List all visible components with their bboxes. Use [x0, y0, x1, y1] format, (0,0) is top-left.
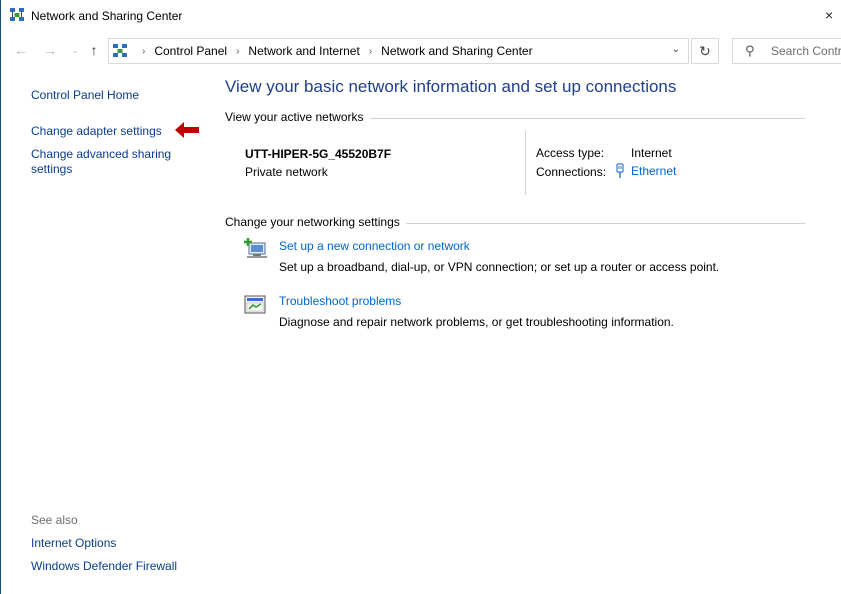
back-arrow-icon[interactable]: ← [12, 41, 30, 59]
ethernet-link[interactable]: Ethernet [631, 164, 676, 178]
section-divider [403, 223, 805, 224]
setup-new-connection-description: Set up a broadband, dial-up, or VPN conn… [279, 260, 720, 274]
change-adapter-settings-link[interactable]: Change adapter settings [31, 124, 162, 139]
section-divider [365, 118, 805, 119]
change-advanced-sharing-link[interactable]: Change advanced sharing settings [31, 147, 191, 177]
connections-label: Connections: [536, 165, 607, 179]
address-dropdown-chevron-icon[interactable]: ⌄ [672, 44, 680, 55]
ethernet-icon [616, 163, 624, 178]
breadcrumb-control-panel[interactable]: Control Panel [154, 44, 227, 58]
new-connection-icon [244, 238, 267, 258]
search-box[interactable]: ⚲ [732, 38, 841, 64]
recent-locations-chevron-icon[interactable]: ⌄ [66, 41, 84, 59]
breadcrumb: › Control Panel › Network and Internet ›… [133, 39, 533, 63]
network-sharing-center-window: Network and Sharing Center × ← → ⌄ ↑ › C… [0, 0, 841, 594]
troubleshoot-problems-description: Diagnose and repair network problems, or… [279, 315, 674, 329]
title-bar: Network and Sharing Center × [1, 0, 841, 32]
ethernet-connection[interactable]: Ethernet [615, 163, 676, 179]
refresh-icon: ↻ [699, 42, 711, 59]
search-input[interactable] [771, 42, 841, 60]
network-info-divider [525, 131, 526, 195]
left-task-pane: Control Panel Home Change adapter settin… [1, 70, 211, 590]
breadcrumb-separator-icon[interactable]: › [236, 46, 239, 57]
breadcrumb-separator-icon[interactable]: › [142, 46, 145, 57]
network-category: Private network [245, 165, 328, 179]
breadcrumb-network-and-internet[interactable]: Network and Internet [248, 44, 359, 58]
forward-arrow-icon[interactable]: → [41, 41, 59, 59]
network-center-icon [10, 8, 24, 21]
access-type-label: Access type: [536, 146, 605, 160]
troubleshoot-icon [244, 295, 266, 314]
close-icon[interactable]: × [825, 7, 833, 23]
control-panel-icon [113, 44, 127, 57]
troubleshoot-problems-link[interactable]: Troubleshoot problems [279, 294, 401, 308]
control-panel-home-link[interactable]: Control Panel Home [31, 88, 139, 103]
up-arrow-icon[interactable]: ↑ [85, 41, 103, 59]
internet-options-link[interactable]: Internet Options [31, 536, 116, 551]
address-bar[interactable]: › Control Panel › Network and Internet ›… [108, 38, 689, 64]
change-networking-heading: Change your networking settings [225, 215, 406, 229]
navigation-bar: ← → ⌄ ↑ › Control Panel › Network and In… [1, 36, 841, 66]
red-arrow-pointer-icon [175, 122, 199, 138]
access-type-value: Internet [631, 146, 672, 160]
active-networks-heading: View your active networks [225, 110, 370, 124]
refresh-button[interactable]: ↻ [691, 38, 719, 64]
see-also-heading: See also [31, 513, 78, 527]
breadcrumb-separator-icon[interactable]: › [369, 46, 372, 57]
page-title: View your basic network information and … [225, 77, 677, 96]
network-name: UTT-HIPER-5G_45520B7F [245, 147, 392, 161]
search-icon: ⚲ [745, 43, 755, 58]
setup-new-connection-link[interactable]: Set up a new connection or network [279, 239, 470, 253]
breadcrumb-network-sharing-center[interactable]: Network and Sharing Center [381, 44, 532, 58]
window-title: Network and Sharing Center [31, 9, 183, 23]
windows-firewall-link[interactable]: Windows Defender Firewall [31, 559, 177, 574]
main-content: View your basic network information and … [225, 70, 825, 590]
